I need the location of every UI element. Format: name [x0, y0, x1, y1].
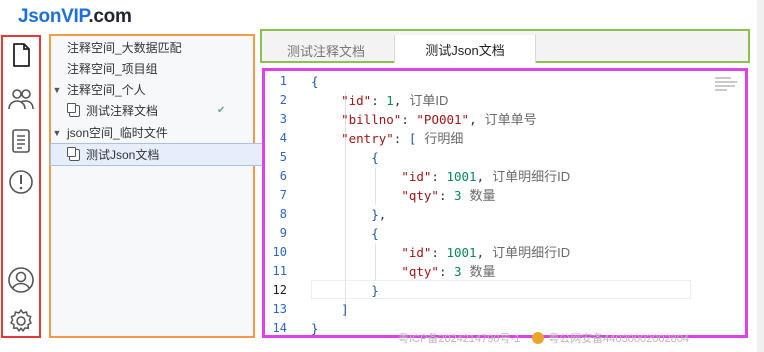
sidebar-item-label: 测试Json文档 [86, 148, 160, 162]
json-editor[interactable]: 1 2 3 4 5 6 7 8 9 10 11 12 13 14 { "id":… [262, 68, 748, 338]
line-number: 14 [272, 321, 287, 335]
code-line: { [311, 74, 319, 89]
sidebar-item-json-temp-space[interactable]: ▼ json空间_临时文件 [51, 122, 245, 143]
sidebar-item-label: 测试注释文档 [86, 104, 159, 118]
line-number: 4 [279, 131, 287, 145]
json-value: 3 [454, 264, 462, 279]
code-line: "qty": 3 数量 [401, 188, 496, 203]
field-annotation: 订单明细行ID [492, 245, 571, 260]
code-line: } [371, 283, 379, 298]
line-number: 3 [279, 112, 287, 126]
tab-test-json-doc[interactable]: 测试Json文档 [394, 35, 536, 63]
json-value: 1 [386, 93, 394, 108]
copy-file-icon [67, 146, 80, 161]
code-line: "billno": "PO001", 订单单号 [341, 112, 537, 127]
police-record-link[interactable]: 粤公网安备44030002002804 [548, 333, 689, 345]
code-line: { [371, 226, 379, 241]
activity-bar [1, 35, 41, 338]
field-annotation: 数量 [469, 188, 496, 203]
field-annotation: 订单明细行ID [492, 169, 571, 184]
json-value: 1001 [446, 169, 477, 184]
logo-text-brand: JsonVIP [18, 6, 89, 27]
line-number: 13 [272, 302, 287, 316]
chevron-down-icon: ▼ [52, 84, 62, 95]
copy-file-icon [67, 102, 80, 117]
code-line: "qty": 3 数量 [401, 264, 496, 279]
settings-icon[interactable] [7, 307, 35, 335]
sidebar-item-label: 注释空间_个人 [67, 83, 146, 97]
sidebar-item-test-json-doc[interactable]: 测试Json文档 [50, 143, 264, 166]
code-line: "id": 1001, 订单明细行ID [401, 245, 571, 260]
sidebar-item-label: 注释空间_项目组 [67, 62, 158, 76]
tab-test-annotation-doc[interactable]: 测试注释文档 [266, 37, 386, 63]
page-scrollbar[interactable] [757, 0, 764, 352]
check-icon: ✔ [217, 105, 226, 116]
line-number: 5 [279, 150, 287, 164]
tab-label: 测试Json文档 [425, 42, 505, 58]
sidebar-item-test-annotation-doc[interactable]: 测试注释文档 ✔ [51, 100, 263, 121]
tab-label: 测试注释文档 [286, 43, 365, 59]
line-number: 2 [279, 93, 287, 107]
editor-minimap[interactable] [715, 75, 743, 99]
sidebar-item-project-space[interactable]: 注释空间_项目组 [51, 58, 245, 79]
editor-tab-bar: 测试注释文档 测试Json文档 [260, 29, 750, 63]
line-number: 1 [279, 74, 287, 88]
field-annotation: 行明细 [424, 131, 464, 146]
file-icon[interactable] [7, 41, 35, 69]
sidebar-item-label: json空间_临时文件 [67, 126, 168, 140]
field-annotation: 数量 [469, 264, 496, 279]
code-line: }, [371, 207, 387, 222]
line-number: 8 [279, 207, 287, 221]
json-value: 3 [454, 188, 462, 203]
field-annotation: 订单单号 [484, 112, 537, 127]
account-icon[interactable] [7, 266, 35, 294]
code-line: } [311, 321, 319, 336]
icp-record-link[interactable]: 粤ICP备2024214790号-1 [398, 333, 520, 345]
line-number: 12 [272, 283, 287, 297]
code-line: "id": 1001, 订单明细行ID [401, 169, 571, 184]
sidebar-item-personal-space[interactable]: ▼ 注释空间_个人 [51, 79, 245, 100]
json-value: 1001 [446, 245, 477, 260]
users-icon[interactable] [7, 85, 35, 113]
code-line: "entry": [行明细 [341, 131, 464, 146]
code-line: "id": 1, 订单ID [341, 93, 449, 108]
document-icon[interactable] [7, 127, 35, 155]
sidebar-item-label: 注释空间_大数据匹配 [67, 41, 182, 55]
code-line: ] [341, 302, 349, 317]
line-number: 6 [279, 169, 287, 183]
sidebar-file-tree: 注释空间_大数据匹配 注释空间_项目组 ▼ 注释空间_个人 测试注释文档 ✔ ▼… [49, 34, 264, 338]
police-badge-icon [532, 332, 545, 344]
logo-text-domain: .com [88, 6, 132, 27]
line-number: 10 [272, 245, 287, 259]
code-line: { [371, 150, 379, 165]
chevron-down-icon: ▼ [52, 127, 62, 138]
line-number: 9 [279, 226, 287, 240]
line-number: 11 [272, 264, 287, 278]
json-value: "PO001" [416, 112, 470, 127]
line-number: 7 [279, 188, 287, 202]
app-logo[interactable]: JsonVIP.com [18, 6, 132, 28]
field-annotation: 订单ID [409, 93, 449, 108]
sidebar-item-bigdata-space[interactable]: 注释空间_大数据匹配 [51, 37, 245, 58]
site-footer: 粤ICP备2024214790号-1 粤公网安备44030002002804 [398, 330, 689, 346]
alert-icon[interactable] [7, 168, 35, 196]
